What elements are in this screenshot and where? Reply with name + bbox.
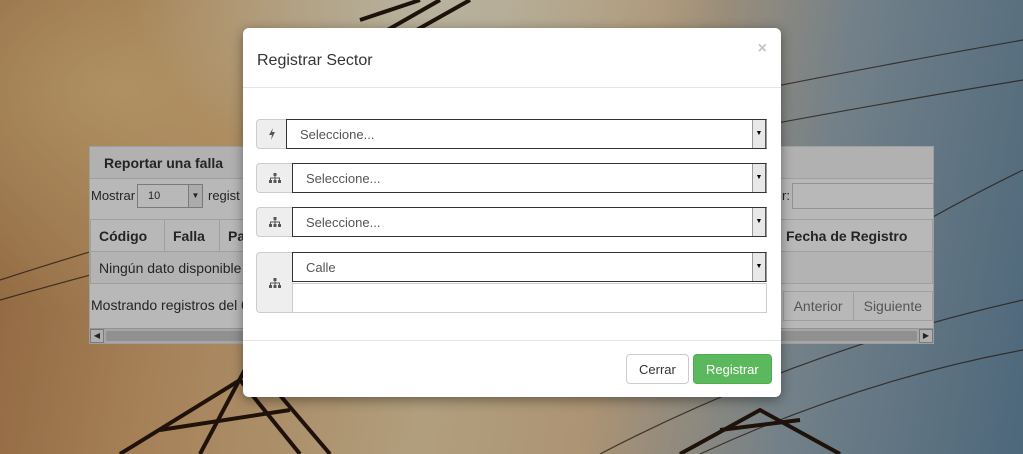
bolt-icon: [256, 119, 287, 149]
sitemap-icon: [256, 207, 293, 237]
street-type-select[interactable]: Calle ▼: [292, 252, 767, 282]
select-value: Seleccione...: [306, 171, 381, 186]
close-icon[interactable]: ×: [758, 40, 767, 58]
select-value: Calle: [306, 260, 336, 275]
close-button[interactable]: Cerrar: [626, 354, 689, 384]
register-button[interactable]: Registrar: [693, 354, 772, 384]
street-name-input[interactable]: [292, 283, 767, 313]
chevron-down-icon: ▼: [752, 164, 766, 192]
modal-header: Registrar Sector ×: [243, 28, 781, 88]
chevron-down-icon: ▼: [752, 208, 766, 236]
modal-title: Registrar Sector: [257, 52, 373, 69]
fault-select[interactable]: Seleccione... ▼: [286, 119, 767, 149]
zone-select[interactable]: Seleccione... ▼: [292, 163, 767, 193]
field-row: Seleccione... ▼: [256, 119, 767, 149]
sitemap-icon: [256, 252, 293, 313]
select-value: Seleccione...: [306, 215, 381, 230]
chevron-down-icon: ▼: [752, 120, 766, 148]
register-sector-modal: Registrar Sector × Seleccione... ▼ Selec…: [243, 28, 781, 397]
field-row: Seleccione... ▼: [256, 207, 767, 237]
sitemap-icon: [256, 163, 293, 193]
sector-select[interactable]: Seleccione... ▼: [292, 207, 767, 237]
chevron-down-icon: ▼: [752, 253, 766, 281]
field-row: Seleccione... ▼: [256, 163, 767, 193]
field-row: Calle ▼: [256, 252, 767, 313]
select-value: Seleccione...: [300, 127, 375, 142]
modal-footer: Cerrar Registrar: [243, 340, 781, 397]
